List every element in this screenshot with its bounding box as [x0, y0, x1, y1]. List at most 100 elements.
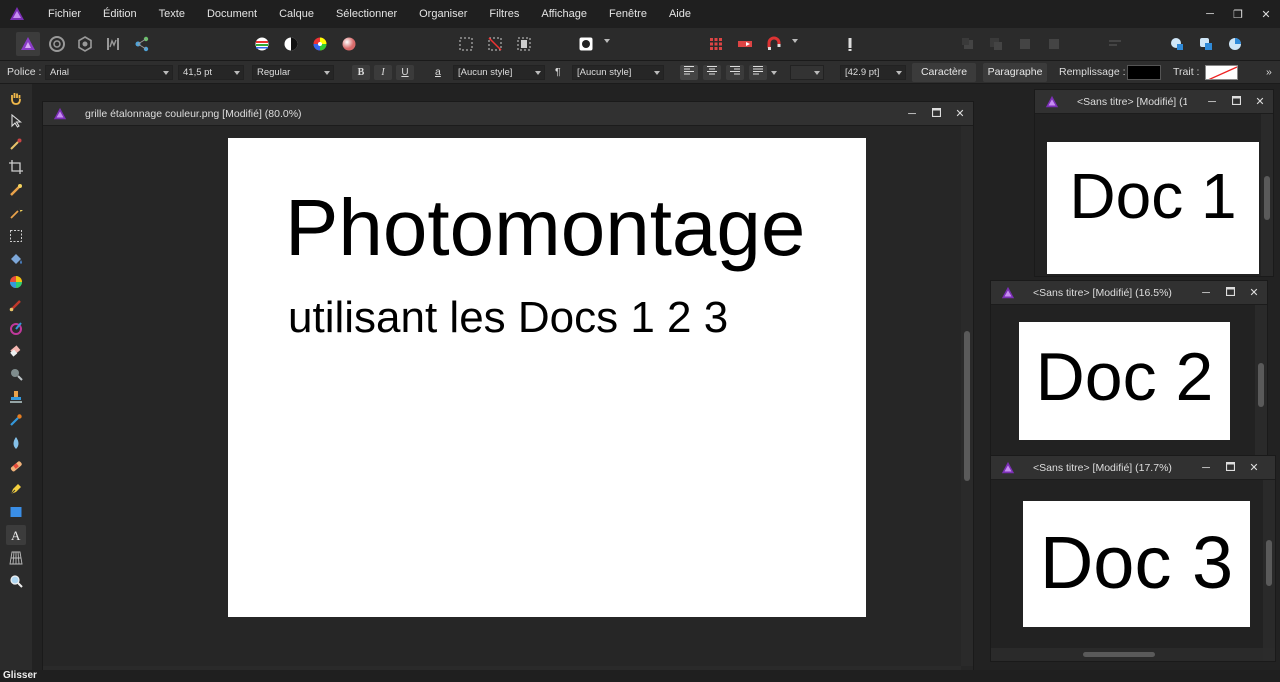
- export-persona-button[interactable]: [130, 32, 154, 56]
- dodge-brush-tool[interactable]: [6, 364, 26, 384]
- liquify-persona-button[interactable]: [45, 32, 69, 56]
- arrange-back-one-button[interactable]: [956, 32, 980, 56]
- align-left-button[interactable]: [680, 65, 698, 80]
- menu-filtres[interactable]: Filtres: [478, 0, 530, 28]
- gradient-tool[interactable]: [6, 272, 26, 292]
- doc2-titlebar[interactable]: <Sans titre> [Modifié] (16.5%) ─ ✕: [991, 281, 1267, 305]
- subtitle-text[interactable]: utilisant les Docs 1 2 3: [288, 290, 728, 346]
- snapping-dropdown-arrow-icon[interactable]: [792, 39, 798, 43]
- font-style-dropdown[interactable]: Regular: [252, 65, 334, 80]
- stroke-color-swatch[interactable]: [1205, 65, 1238, 80]
- main-vertical-scrollbar[interactable]: [961, 126, 973, 666]
- doc3-vertical-scrollbar[interactable]: [1263, 480, 1275, 648]
- paragraph-panel-button[interactable]: Paragraphe: [983, 63, 1047, 82]
- font-family-dropdown[interactable]: Arial: [45, 65, 173, 80]
- doc1-minimize-button[interactable]: ─: [1205, 90, 1219, 114]
- menu-calque[interactable]: Calque: [268, 0, 325, 28]
- color-picker-tool[interactable]: [6, 134, 26, 154]
- fill-color-swatch[interactable]: [1127, 65, 1161, 80]
- doc3-close-button[interactable]: ✕: [1247, 456, 1261, 480]
- boolean-intersect-button[interactable]: [1223, 32, 1247, 56]
- doc3-vertical-scroll-thumb[interactable]: [1266, 540, 1272, 586]
- character-style-dropdown[interactable]: [Aucun style]: [453, 65, 545, 80]
- doc3-minimize-button[interactable]: ─: [1199, 456, 1213, 480]
- color-replacement-tool[interactable]: [6, 318, 26, 338]
- menu-affichage[interactable]: Affichage: [530, 0, 598, 28]
- doc1-label[interactable]: Doc 1: [1047, 160, 1259, 232]
- context-toolbar-toggle-button[interactable]: [838, 32, 862, 56]
- boolean-subtract-button[interactable]: [1194, 32, 1218, 56]
- doc2-label[interactable]: Doc 2: [1019, 338, 1230, 416]
- invert-selection-button[interactable]: [512, 32, 536, 56]
- menu-texte[interactable]: Texte: [148, 0, 196, 28]
- arrange-to-back-button[interactable]: [1013, 32, 1037, 56]
- doc3-horizontal-scrollbar[interactable]: [991, 648, 1263, 661]
- move-tool[interactable]: [6, 111, 26, 131]
- menu-fichier[interactable]: Fichier: [37, 0, 92, 28]
- zoom-tool[interactable]: [6, 571, 26, 591]
- app-minimize-button[interactable]: ─: [1204, 8, 1216, 20]
- headline-text[interactable]: Photomontage: [285, 178, 805, 278]
- doc3-canvas[interactable]: Doc 3: [991, 480, 1263, 648]
- view-tool[interactable]: [6, 88, 26, 108]
- snapping-grid-button[interactable]: [704, 32, 728, 56]
- quick-mask-button[interactable]: [574, 32, 598, 56]
- erase-brush-tool[interactable]: [6, 341, 26, 361]
- doc2-minimize-button[interactable]: ─: [1199, 281, 1213, 305]
- alignment-dropdown-arrow-icon[interactable]: [771, 71, 777, 75]
- snapping-button[interactable]: [762, 32, 786, 56]
- align-right-button[interactable]: [726, 65, 744, 80]
- develop-persona-button[interactable]: [73, 32, 97, 56]
- doc3-horizontal-scroll-thumb[interactable]: [1083, 652, 1155, 657]
- clone-brush-tool[interactable]: [6, 387, 26, 407]
- inpainting-brush-tool[interactable]: [6, 456, 26, 476]
- mesh-warp-tool[interactable]: [6, 548, 26, 568]
- doc3-label[interactable]: Doc 3: [1023, 521, 1250, 605]
- app-restore-button[interactable]: ❐: [1232, 8, 1244, 21]
- doc3-maximize-button[interactable]: [1223, 456, 1237, 480]
- leading-dropdown[interactable]: [42.9 pt]: [840, 65, 906, 80]
- main-canvas[interactable]: Photomontage utilisant les Docs 1 2 3: [43, 126, 961, 678]
- quick-mask-dropdown-arrow-icon[interactable]: [604, 39, 610, 43]
- doc2-maximize-button[interactable]: [1223, 281, 1237, 305]
- menu-aide[interactable]: Aide: [658, 0, 702, 28]
- more-options-button[interactable]: »: [1266, 61, 1272, 84]
- doc2-vertical-scrollbar[interactable]: [1255, 305, 1267, 455]
- main-vertical-scroll-thumb[interactable]: [964, 331, 970, 481]
- bold-button[interactable]: B: [352, 65, 370, 80]
- menu-edition[interactable]: Édition: [92, 0, 148, 28]
- app-close-button[interactable]: ✕: [1260, 8, 1272, 21]
- blur-brush-tool[interactable]: [6, 433, 26, 453]
- doc1-vertical-scrollbar[interactable]: [1261, 114, 1273, 276]
- menu-document[interactable]: Document: [196, 0, 268, 28]
- main-document-maximize-button[interactable]: [929, 102, 943, 126]
- font-size-dropdown[interactable]: 41,5 pt: [178, 65, 244, 80]
- paragraph-style-dropdown[interactable]: [Aucun style]: [572, 65, 664, 80]
- doc2-close-button[interactable]: ✕: [1247, 281, 1261, 305]
- doc3-titlebar[interactable]: <Sans titre> [Modifié] (17.7%) ─ ✕: [991, 456, 1275, 480]
- auto-levels-button[interactable]: [250, 32, 274, 56]
- auto-colors-button[interactable]: [308, 32, 332, 56]
- character-panel-button[interactable]: Caractère: [912, 63, 976, 82]
- doc1-vertical-scroll-thumb[interactable]: [1264, 176, 1270, 220]
- justify-button[interactable]: [749, 65, 767, 80]
- doc1-close-button[interactable]: ✕: [1253, 90, 1267, 114]
- align-button[interactable]: [1103, 32, 1127, 56]
- underline-button[interactable]: U: [396, 65, 414, 80]
- selection-brush-tool[interactable]: [6, 180, 26, 200]
- doc2-canvas[interactable]: Doc 2: [991, 305, 1255, 455]
- marquee-tool[interactable]: [6, 226, 26, 246]
- artistic-text-tool[interactable]: A: [6, 525, 26, 545]
- main-document-titlebar[interactable]: grille étalonnage couleur.png [Modifié] …: [43, 102, 973, 126]
- align-center-button[interactable]: [703, 65, 721, 80]
- pen-tool[interactable]: [6, 479, 26, 499]
- menu-fenetre[interactable]: Fenêtre: [598, 0, 658, 28]
- menu-organiser[interactable]: Organiser: [408, 0, 478, 28]
- arrange-to-front-button[interactable]: [1042, 32, 1066, 56]
- main-document-minimize-button[interactable]: ─: [905, 102, 919, 126]
- flood-select-tool[interactable]: [6, 203, 26, 223]
- crop-tool[interactable]: [6, 157, 26, 177]
- paint-brush-tool[interactable]: [6, 295, 26, 315]
- doc1-canvas[interactable]: Doc 1: [1035, 114, 1261, 276]
- flood-fill-tool[interactable]: [6, 249, 26, 269]
